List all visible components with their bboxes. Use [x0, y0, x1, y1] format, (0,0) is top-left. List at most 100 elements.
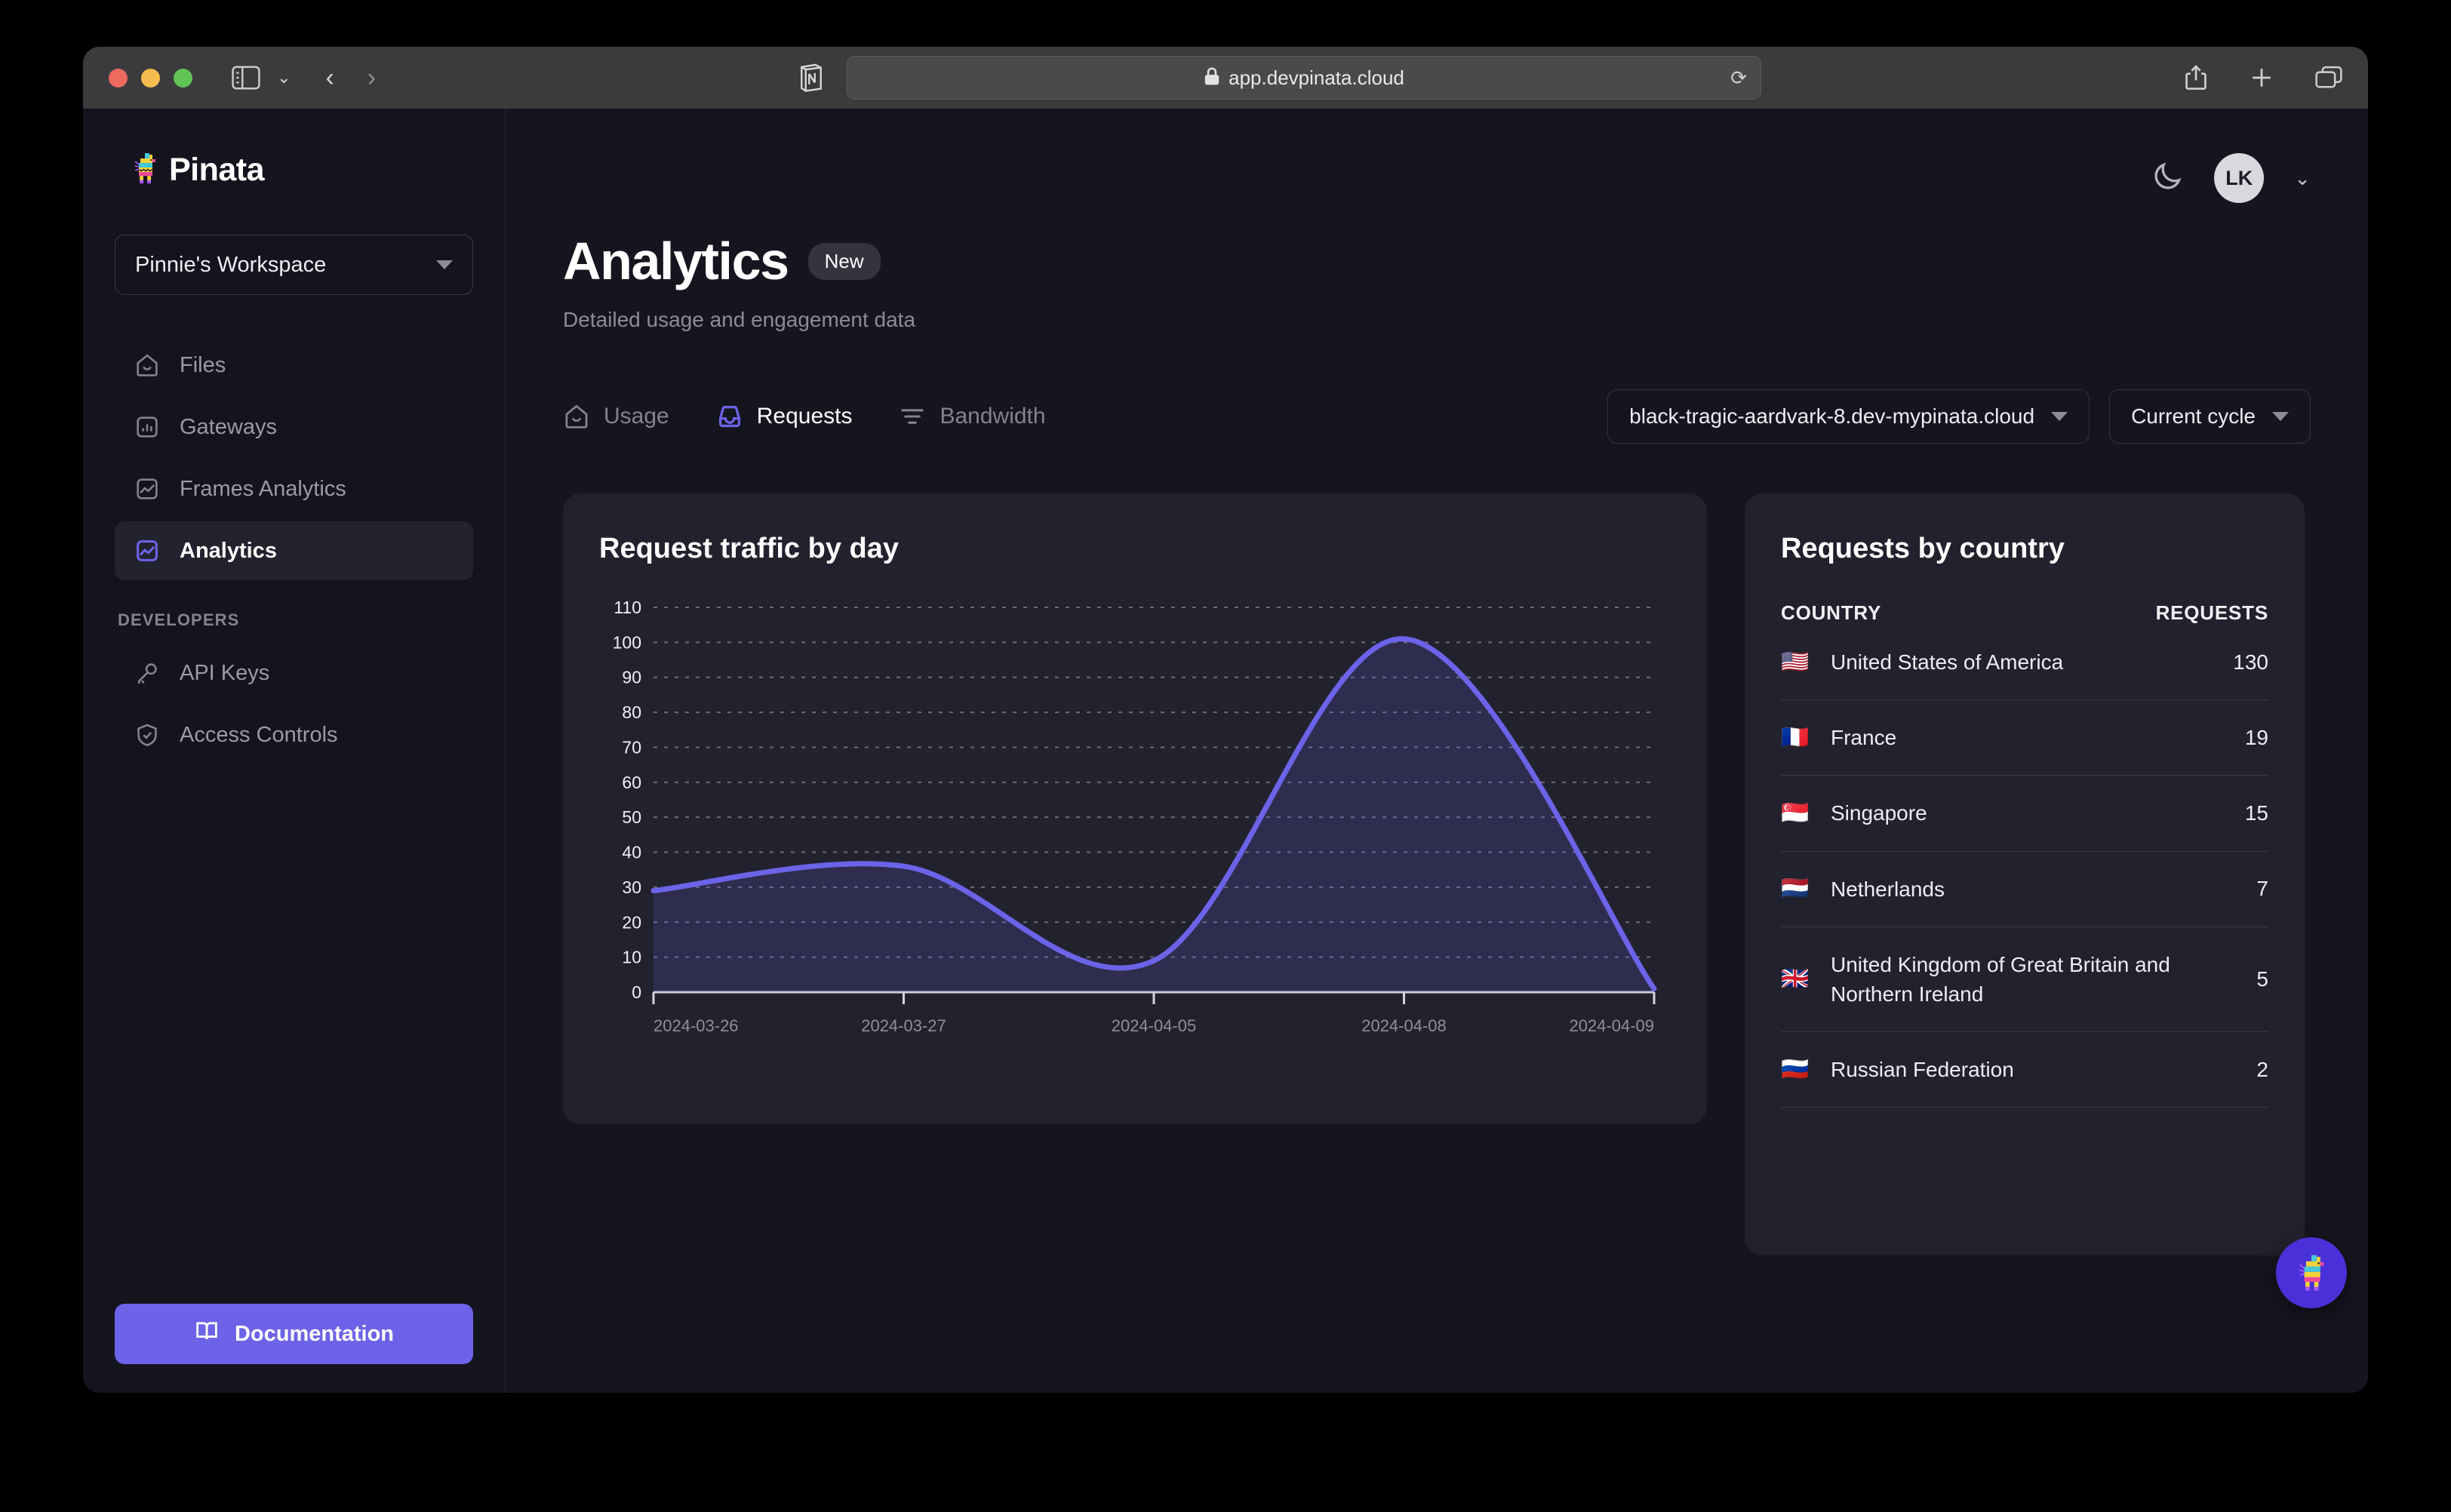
chevron-down-icon[interactable]: ⌄ — [2294, 168, 2311, 188]
controls-row: Usage Requests Bandwidth black-tragic-aa… — [563, 389, 2311, 444]
table-row: 🇷🇺 Russian Federation 2 — [1781, 1032, 2268, 1108]
analytics-tabs: Usage Requests Bandwidth — [563, 403, 1046, 430]
country-request-count: 2 — [2256, 1057, 2268, 1081]
close-window-button[interactable] — [109, 68, 128, 88]
workspace-selector[interactable]: Pinnie's Workspace — [115, 235, 473, 295]
back-chevron-icon[interactable]: ‹ — [325, 65, 334, 91]
chart-area-fill — [653, 638, 1654, 992]
cycle-select-value: Current cycle — [2131, 404, 2256, 428]
chart-title: Request traffic by day — [599, 533, 899, 564]
x-axis-tick-label: 2024-03-27 — [861, 1016, 946, 1035]
y-axis-tick-label: 20 — [622, 912, 641, 932]
sidebar-item-label: Access Controls — [180, 722, 338, 747]
country-request-count: 130 — [2233, 650, 2268, 674]
filter-lines-icon — [899, 403, 926, 430]
chevron-down-icon — [436, 260, 453, 269]
y-axis-tick-label: 40 — [622, 843, 641, 862]
forward-chevron-icon[interactable]: › — [367, 65, 376, 91]
country-flag-icon: 🇬🇧 — [1781, 966, 1810, 991]
main-topbar: LK ⌄ — [563, 142, 2311, 214]
sidebar-toggle-icon[interactable] — [232, 66, 260, 90]
country-table-header: COUNTRY REQUESTS — [1781, 601, 2268, 625]
country-name: France — [1831, 726, 1897, 750]
country-name: Russian Federation — [1831, 1058, 2014, 1082]
bar-chart-icon — [134, 414, 160, 440]
caret-down-icon — [2051, 412, 2068, 421]
sidebar-item-label: Frames Analytics — [180, 476, 346, 501]
browser-actions — [2184, 64, 2342, 91]
plus-icon[interactable] — [2249, 65, 2274, 91]
page-title: Analytics — [563, 232, 789, 290]
minimize-window-button[interactable] — [141, 68, 160, 88]
tab-overview-icon[interactable] — [2315, 66, 2342, 90]
y-axis-tick-label: 60 — [622, 773, 641, 792]
country-name: United States of America — [1831, 650, 2064, 674]
table-row: 🇬🇧 United Kingdom of Great Britain and No… — [1781, 927, 2268, 1033]
x-axis-tick-label: 2024-04-09 — [1569, 1016, 1654, 1035]
image-chart-icon — [134, 476, 160, 502]
brand-name: Pinata — [169, 152, 265, 188]
sidebar-item-label: Files — [180, 352, 226, 377]
requests-by-country-card: Requests by country COUNTRY REQUESTS 🇺🇸 U… — [1745, 493, 2305, 1255]
y-axis-tick-label: 30 — [622, 877, 641, 897]
country-name: United Kingdom of Great Britain and Nort… — [1831, 952, 2170, 1006]
sidebar-item-access-controls[interactable]: Access Controls — [115, 705, 473, 764]
table-row: 🇫🇷 France 19 — [1781, 700, 2268, 776]
cycle-select[interactable]: Current cycle — [2109, 389, 2311, 444]
x-axis-tick-label: 2024-04-08 — [1361, 1016, 1447, 1035]
y-axis-tick-label: 70 — [622, 737, 641, 757]
sidebar-item-api-keys[interactable]: API Keys — [115, 644, 473, 702]
url-bar[interactable]: app.devpinata.cloud ⟳ — [847, 56, 1761, 100]
navigation-buttons: ‹ › — [325, 65, 376, 91]
table-row: 🇳🇱 Netherlands 7 — [1781, 852, 2268, 927]
share-icon[interactable] — [2184, 64, 2208, 91]
status-badge: New — [807, 242, 881, 280]
x-axis-tick-label: 2024-04-05 — [1112, 1016, 1197, 1035]
sidebar-item-gateways[interactable]: Gateways — [115, 398, 473, 456]
country-card-title: Requests by country — [1781, 533, 2065, 564]
sidebar-item-analytics[interactable]: Analytics — [115, 521, 473, 580]
app-body: Pinata Pinnie's Workspace Files Gateways… — [83, 109, 2368, 1393]
browser-window: ⌄ ‹ › app.devpinata.cloud ⟳ Pinata Pinni… — [83, 47, 2368, 1393]
sidebar-dropdown-icon[interactable]: ⌄ — [277, 69, 291, 86]
documentation-button[interactable]: Documentation — [115, 1304, 473, 1364]
y-axis-tick-label: 50 — [622, 807, 641, 827]
browser-toolbar: ⌄ ‹ › app.devpinata.cloud ⟳ — [83, 47, 2368, 109]
country-request-count: 15 — [2244, 801, 2268, 825]
page-title-row: Analytics New — [563, 231, 2311, 291]
notion-extension-icon[interactable] — [798, 63, 824, 93]
sidebar-item-label: API Keys — [180, 660, 270, 685]
page-subtitle: Detailed usage and engagement data — [563, 308, 916, 331]
column-header-country: COUNTRY — [1781, 601, 1882, 624]
maximize-window-button[interactable] — [174, 68, 192, 88]
country-flag-icon: 🇺🇸 — [1781, 649, 1810, 675]
table-row: 🇸🇬 Singapore 15 — [1781, 776, 2268, 852]
y-axis-tick-label: 0 — [632, 982, 641, 1002]
sidebar-item-frames-analytics[interactable]: Frames Analytics — [115, 459, 473, 518]
tab-label: Bandwidth — [939, 404, 1046, 429]
gateway-select[interactable]: black-tragic-aardvark-8.dev-mypinata.clo… — [1607, 389, 2090, 444]
avatar[interactable]: LK — [2214, 153, 2265, 203]
pinata-logo-icon — [131, 151, 158, 189]
caret-down-icon — [2272, 412, 2289, 421]
sidebar-item-files[interactable]: Files — [115, 336, 473, 395]
image-chart-icon — [134, 538, 160, 564]
y-axis-tick-label: 80 — [622, 702, 641, 722]
moon-icon[interactable] — [2151, 160, 2184, 197]
documentation-label: Documentation — [234, 1321, 395, 1346]
table-row: 🇺🇸 United States of America 130 — [1781, 625, 2268, 701]
request-traffic-card: Request traffic by day 110 100 90 80 70 60 50 4… — [563, 493, 1707, 1124]
pinata-mascot-icon[interactable] — [2276, 1237, 2347, 1308]
sidebar-item-label: Analytics — [180, 538, 277, 563]
country-request-count: 5 — [2256, 967, 2268, 991]
main-content: LK ⌄ Analytics New Detailed usage and en… — [506, 109, 2368, 1393]
reload-icon[interactable]: ⟳ — [1730, 66, 1747, 90]
tab-requests[interactable]: Requests — [716, 403, 852, 430]
tab-bandwidth[interactable]: Bandwidth — [899, 403, 1046, 430]
country-name: Singapore — [1831, 801, 1927, 825]
y-axis-tick-label: 10 — [622, 948, 641, 967]
tab-usage[interactable]: Usage — [563, 403, 669, 430]
cards-row: Request traffic by day 110 100 90 80 70 60 50 4… — [563, 493, 2311, 1255]
country-flag-icon: 🇫🇷 — [1781, 724, 1810, 750]
home-files-icon — [134, 352, 160, 378]
